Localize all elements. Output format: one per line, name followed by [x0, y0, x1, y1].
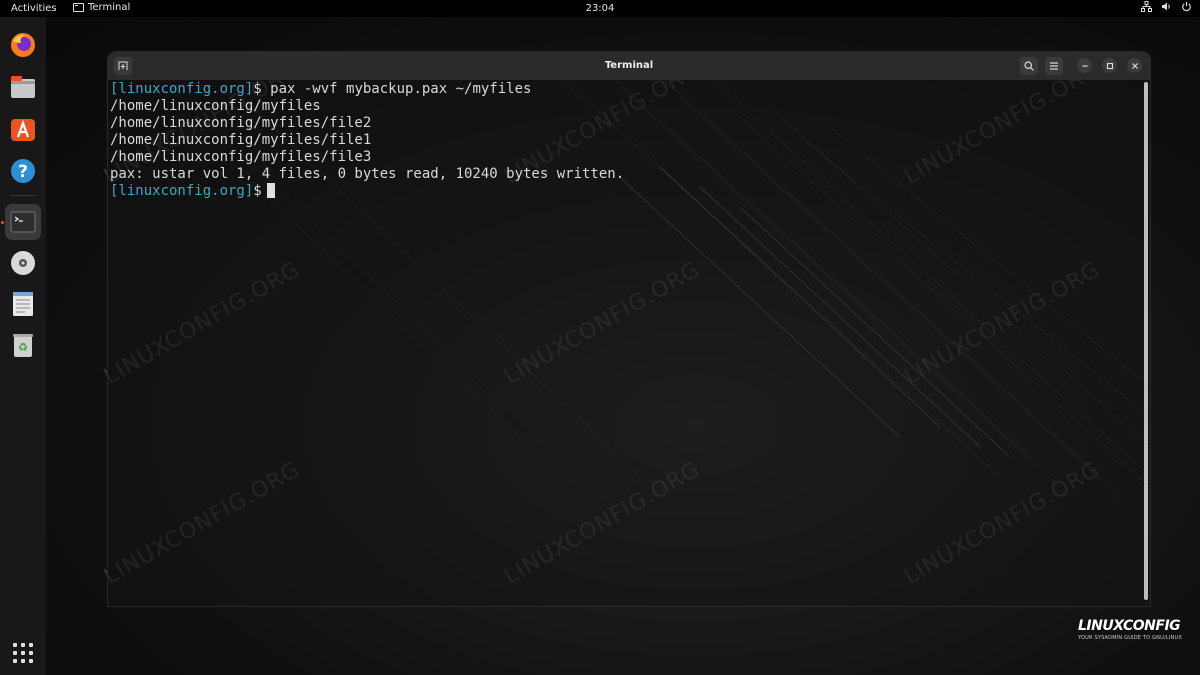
terminal-icon	[73, 3, 84, 12]
search-icon	[1024, 61, 1034, 71]
terminal-line: [linuxconfig.org]$	[110, 183, 1140, 200]
close-button[interactable]	[1127, 58, 1142, 73]
close-icon	[1131, 62, 1138, 69]
command-text: $ pax -wvf mybackup.pax ~/myfiles	[253, 81, 532, 97]
terminal-line: /home/linuxconfig/myfiles/file3	[110, 149, 372, 165]
shell-prompt: [linuxconfig.org]	[110, 183, 254, 199]
trash-icon: ♻	[13, 334, 33, 357]
shell-prompt: [linuxconfig.org]	[110, 81, 254, 97]
network-icon	[1141, 1, 1152, 12]
new-tab-icon	[118, 61, 128, 70]
app-menu-label: Terminal	[88, 2, 131, 13]
terminal-line: [linuxconfig.org]$ pax -wvf mybackup.pax…	[110, 81, 1140, 98]
svg-text:♻: ♻	[18, 341, 28, 354]
clock-container: 23:04	[0, 3, 1200, 14]
system-tray[interactable]	[1141, 1, 1192, 12]
terminal-line: /home/linuxconfig/myfiles/file2	[110, 115, 372, 131]
dock-separator	[10, 195, 36, 196]
terminal-line: pax: ustar vol 1, 4 files, 0 bytes read,…	[110, 166, 625, 182]
terminal-window[interactable]: Terminal [linuxconfig.org]$ pax -wvf myb…	[108, 52, 1150, 606]
brand-tagline: YOUR SYSADMIN GUIDE TO GNU/LINUX	[1078, 635, 1182, 641]
scrollbar[interactable]	[1144, 82, 1148, 600]
svg-text:?: ?	[18, 162, 28, 182]
help-icon: ?	[11, 159, 35, 183]
hamburger-icon	[1050, 62, 1058, 70]
app-center-icon	[11, 119, 35, 141]
brand-logo: LINUXCONFIG YOUR SYSADMIN GUIDE TO GNU/L…	[1078, 618, 1188, 644]
terminal-line: /home/linuxconfig/myfiles	[110, 98, 321, 114]
brand-wordmark: LINUXCONFIG	[1078, 618, 1181, 634]
dock-item-terminal[interactable]	[5, 204, 41, 240]
disc-icon	[11, 251, 35, 275]
text-cursor	[266, 183, 275, 198]
app-menu[interactable]: Terminal	[73, 2, 130, 13]
top-bar: Activities Terminal 23:04	[0, 0, 1200, 17]
dock-item-firefox[interactable]	[5, 27, 41, 63]
terminal-line: /home/linuxconfig/myfiles/file1	[110, 132, 372, 148]
window-title: Terminal	[604, 60, 654, 71]
clock[interactable]: 23:04	[586, 3, 615, 14]
show-apps-icon[interactable]	[13, 643, 33, 663]
title-bar[interactable]: Terminal	[108, 52, 1150, 80]
dock-item-files[interactable]	[5, 69, 41, 105]
running-indicator	[1, 221, 4, 224]
firefox-icon	[11, 33, 35, 57]
terminal-icon	[10, 211, 36, 233]
prompt-symbol: $	[253, 183, 262, 199]
power-icon	[1182, 1, 1191, 12]
dock-item-text-editor[interactable]	[5, 286, 41, 322]
new-tab-button[interactable]	[114, 57, 132, 75]
dock-item-trash[interactable]: ♻	[5, 327, 41, 363]
menu-button[interactable]	[1045, 57, 1063, 75]
maximize-icon	[1106, 62, 1113, 69]
minimize-button[interactable]	[1077, 58, 1092, 73]
volume-icon	[1162, 2, 1170, 11]
maximize-button[interactable]	[1102, 58, 1117, 73]
screen: LINUXCONFIG.ORG LINUXCONFIG.ORG LINUXCON…	[0, 0, 1200, 675]
text-editor-icon	[13, 292, 33, 316]
activities-button[interactable]: Activities	[11, 3, 57, 14]
files-icon	[11, 76, 35, 98]
dock-item-help[interactable]: ?	[5, 153, 41, 189]
search-button[interactable]	[1020, 57, 1038, 75]
minimize-icon	[1082, 64, 1087, 67]
terminal-output[interactable]: [linuxconfig.org]$ pax -wvf mybackup.pax…	[110, 81, 1140, 601]
dock-item-app-center[interactable]	[5, 111, 41, 147]
dock-item-disc[interactable]	[5, 245, 41, 281]
dock: ? ♻	[0, 17, 46, 675]
